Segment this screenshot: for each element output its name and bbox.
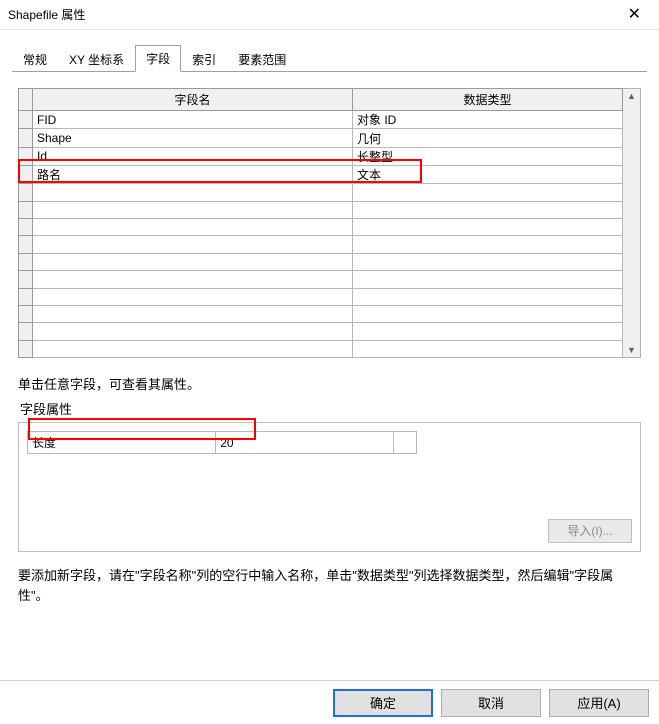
cell-field-name[interactable] [33, 201, 353, 218]
row-selector[interactable] [19, 166, 33, 184]
field-properties-group: 字段属性 长度20 导入(I)... [18, 399, 641, 552]
table-row[interactable] [19, 323, 623, 340]
field-properties-table[interactable]: 长度20 [27, 431, 417, 454]
row-selector[interactable] [19, 111, 33, 129]
table-row[interactable]: 路名文本 [19, 166, 623, 184]
help-text: 要添加新字段，请在"字段名称"列的空行中输入名称，单击"数据类型"列选择数据类型… [18, 566, 641, 605]
cell-field-name[interactable]: 路名 [33, 166, 353, 184]
cell-data-type[interactable] [353, 305, 623, 322]
row-header-blank [19, 89, 33, 111]
vertical-scrollbar[interactable]: ▲ ▼ [623, 88, 641, 358]
cell-field-name[interactable] [33, 184, 353, 201]
cell-field-name[interactable] [33, 340, 353, 357]
row-selector[interactable] [19, 288, 33, 305]
table-row[interactable]: FID对象 ID [19, 111, 623, 129]
row-selector[interactable] [19, 219, 33, 236]
cell-data-type[interactable] [353, 288, 623, 305]
field-properties-label: 字段属性 [18, 399, 641, 418]
scroll-down-icon[interactable]: ▼ [627, 343, 636, 357]
cell-data-type[interactable]: 几何 [353, 129, 623, 147]
row-selector[interactable] [19, 340, 33, 357]
cell-field-name[interactable]: FID [33, 111, 353, 129]
scroll-up-icon[interactable]: ▲ [627, 89, 636, 103]
cell-data-type[interactable] [353, 236, 623, 253]
table-row[interactable] [19, 305, 623, 322]
row-selector[interactable] [19, 184, 33, 201]
table-row[interactable] [19, 201, 623, 218]
property-tail-cell [393, 432, 416, 454]
window-title: Shapefile 属性 [8, 6, 85, 23]
cell-data-type[interactable]: 长整型 [353, 147, 623, 165]
cell-data-type[interactable] [353, 340, 623, 357]
row-selector[interactable] [19, 147, 33, 165]
property-label: 长度 [28, 432, 216, 454]
cell-data-type[interactable] [353, 184, 623, 201]
tab-strip: 常规 XY 坐标系 字段 索引 要素范围 [12, 44, 647, 72]
tab-index[interactable]: 索引 [181, 46, 227, 72]
cell-data-type[interactable] [353, 253, 623, 270]
cell-data-type[interactable] [353, 219, 623, 236]
table-row[interactable] [19, 236, 623, 253]
tab-general[interactable]: 常规 [12, 46, 58, 72]
cell-field-name[interactable] [33, 271, 353, 288]
property-row[interactable]: 长度20 [28, 432, 417, 454]
row-selector[interactable] [19, 129, 33, 147]
cell-field-name[interactable] [33, 288, 353, 305]
cell-field-name[interactable] [33, 323, 353, 340]
import-button: 导入(I)... [548, 519, 632, 543]
table-row[interactable] [19, 271, 623, 288]
cell-data-type[interactable] [353, 323, 623, 340]
cell-field-name[interactable] [33, 253, 353, 270]
tab-xy-crs[interactable]: XY 坐标系 [58, 46, 135, 72]
fields-grid[interactable]: 字段名 数据类型 FID对象 IDShape几何Id长整型路名文本 ▲ ▼ [18, 88, 641, 358]
table-row[interactable]: Shape几何 [19, 129, 623, 147]
apply-button[interactable]: 应用(A) [549, 689, 649, 717]
row-selector[interactable] [19, 271, 33, 288]
row-selector[interactable] [19, 236, 33, 253]
column-header-name[interactable]: 字段名 [33, 89, 353, 111]
column-header-type[interactable]: 数据类型 [353, 89, 623, 111]
cell-field-name[interactable] [33, 236, 353, 253]
fields-table[interactable]: 字段名 数据类型 FID对象 IDShape几何Id长整型路名文本 [18, 88, 623, 358]
titlebar: Shapefile 属性 ✕ [0, 0, 659, 30]
table-row[interactable]: Id长整型 [19, 147, 623, 165]
cell-field-name[interactable]: Id [33, 147, 353, 165]
ok-button[interactable]: 确定 [333, 689, 433, 717]
cell-field-name[interactable] [33, 219, 353, 236]
table-row[interactable] [19, 288, 623, 305]
cell-data-type[interactable]: 对象 ID [353, 111, 623, 129]
table-row[interactable] [19, 184, 623, 201]
tab-fields[interactable]: 字段 [135, 45, 181, 72]
property-value[interactable]: 20 [216, 432, 394, 454]
cell-field-name[interactable] [33, 305, 353, 322]
cell-data-type[interactable]: 文本 [353, 166, 623, 184]
close-icon[interactable]: ✕ [620, 3, 649, 27]
row-selector[interactable] [19, 323, 33, 340]
cell-field-name[interactable]: Shape [33, 129, 353, 147]
cell-data-type[interactable] [353, 201, 623, 218]
dialog-footer: 确定 取消 应用(A) [0, 680, 659, 724]
hint-text: 单击任意字段，可查看其属性。 [18, 374, 641, 393]
tab-extent[interactable]: 要素范围 [227, 46, 297, 72]
table-row[interactable] [19, 253, 623, 270]
row-selector[interactable] [19, 201, 33, 218]
cancel-button[interactable]: 取消 [441, 689, 541, 717]
row-selector[interactable] [19, 305, 33, 322]
row-selector[interactable] [19, 253, 33, 270]
cell-data-type[interactable] [353, 271, 623, 288]
table-row[interactable] [19, 219, 623, 236]
table-row[interactable] [19, 340, 623, 357]
